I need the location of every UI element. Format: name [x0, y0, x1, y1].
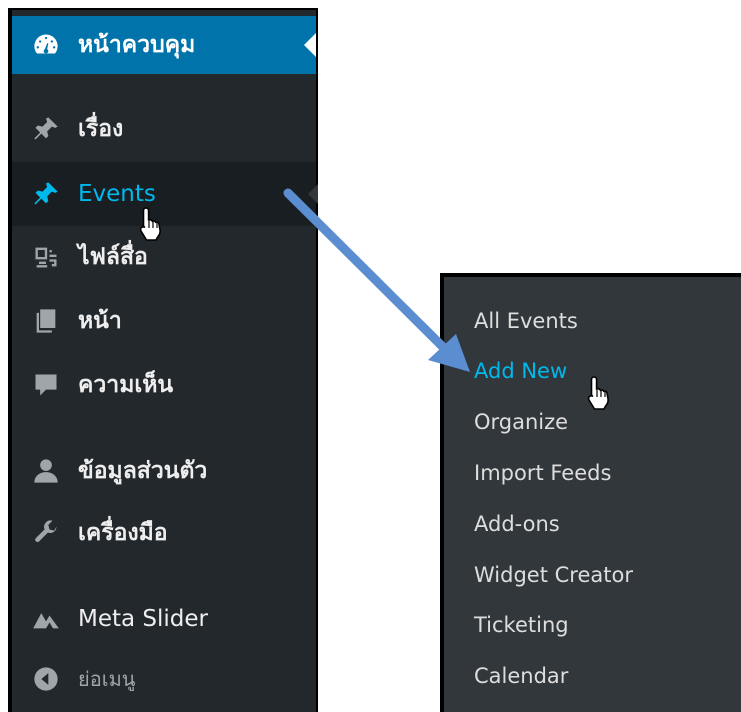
- hand-pointer-cursor-icon: [587, 376, 609, 410]
- sidebar-item-label: หน้าควบคุม: [78, 32, 196, 58]
- wrench-icon: [30, 517, 62, 549]
- sidebar-item-label: เครื่องมือ: [78, 520, 168, 546]
- submenu-item-calendar[interactable]: Calendar: [474, 656, 568, 696]
- submenu-item-import-feeds[interactable]: Import Feeds: [474, 453, 611, 493]
- sidebar-item-label: Meta Slider: [78, 606, 209, 632]
- submenu-pointer: [308, 184, 318, 204]
- comment-bubble-icon: [30, 369, 62, 401]
- dashboard-gauge-icon: [30, 29, 62, 61]
- pushpin-icon: [30, 113, 62, 145]
- submenu-item-add-new[interactable]: Add New: [474, 351, 567, 391]
- sidebar-item-tools[interactable]: เครื่องมือ: [12, 504, 316, 562]
- sidebar-item-label: ข้อมูลส่วนตัว: [78, 458, 208, 484]
- sidebar-item-label: Events: [78, 181, 156, 207]
- hand-pointer-cursor-icon: [139, 207, 161, 241]
- sidebar-item-label: เรื่อง: [78, 116, 124, 142]
- sidebar-item-comments[interactable]: ความเห็น: [12, 356, 316, 414]
- collapse-menu-button[interactable]: ย่อเมนู: [12, 650, 316, 708]
- sidebar-item-label: หน้า: [78, 308, 122, 334]
- submenu-item-organize[interactable]: Organize: [474, 402, 568, 442]
- sidebar-item-posts[interactable]: เรื่อง: [12, 100, 316, 158]
- pushpin-icon: [30, 178, 62, 210]
- mountain-icon: [30, 603, 62, 635]
- sidebar-item-dashboard[interactable]: หน้าควบคุม: [12, 16, 316, 74]
- submenu-item-widget-creator[interactable]: Widget Creator: [474, 555, 633, 595]
- sidebar-item-label: ความเห็น: [78, 372, 174, 398]
- current-item-indicator: [304, 33, 316, 57]
- events-submenu: All Events Add New Organize Import Feeds…: [440, 273, 741, 712]
- admin-sidebar: หน้าควบคุม เรื่อง Events ไฟล์สื่อ หน้า ค…: [8, 8, 318, 712]
- media-icon: [30, 241, 62, 273]
- collapse-circle-left-icon: [30, 663, 62, 695]
- sidebar-item-meta-slider[interactable]: Meta Slider: [12, 590, 316, 648]
- sidebar-item-label: ย่อเมนู: [78, 667, 136, 691]
- sidebar-item-label: ไฟล์สื่อ: [78, 244, 148, 270]
- sidebar-item-profile[interactable]: ข้อมูลส่วนตัว: [12, 442, 316, 500]
- submenu-item-ticketing[interactable]: Ticketing: [474, 605, 569, 645]
- pages-icon: [30, 305, 62, 337]
- sidebar-item-pages[interactable]: หน้า: [12, 292, 316, 350]
- submenu-item-add-ons[interactable]: Add-ons: [474, 504, 560, 544]
- user-icon: [30, 455, 62, 487]
- submenu-item-all-events[interactable]: All Events: [474, 301, 578, 341]
